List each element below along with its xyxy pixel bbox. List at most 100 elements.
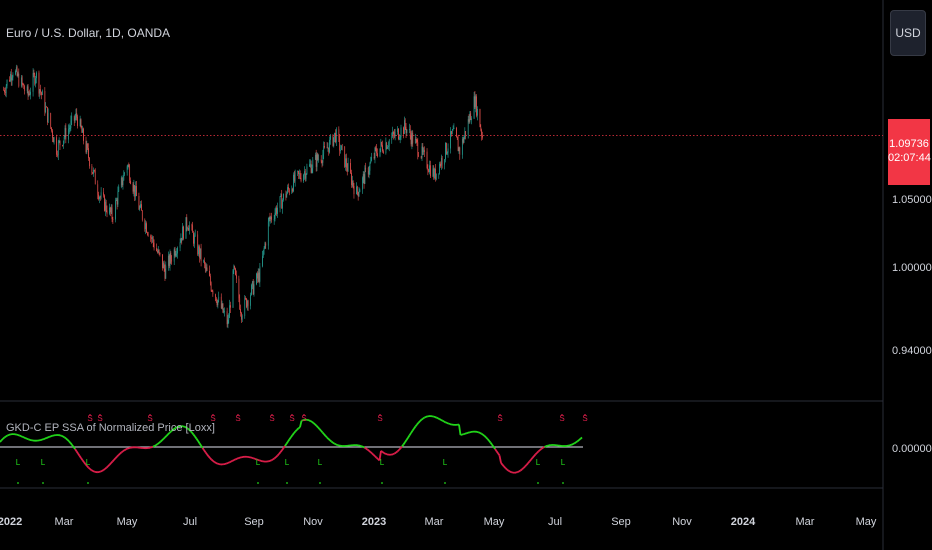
candle-body bbox=[300, 177, 302, 182]
candle-body bbox=[462, 139, 464, 143]
signal-dot bbox=[584, 414, 586, 416]
candle-body bbox=[45, 106, 47, 113]
candle-body bbox=[267, 221, 269, 246]
candle-body bbox=[133, 185, 135, 192]
oscillator-segment bbox=[284, 443, 288, 447]
candle-body bbox=[451, 131, 452, 135]
candle-body bbox=[180, 237, 182, 243]
time-axis-label: May bbox=[856, 516, 877, 528]
candle-body bbox=[210, 283, 212, 291]
candle-body bbox=[330, 135, 331, 140]
signal-dot bbox=[271, 414, 273, 416]
oscillator-segment bbox=[320, 430, 324, 434]
oscillator-segment bbox=[288, 436, 292, 440]
candle-body bbox=[71, 115, 73, 121]
candle-body bbox=[209, 276, 211, 284]
candle-body bbox=[232, 270, 234, 308]
candle-body bbox=[227, 319, 229, 325]
candle-body bbox=[251, 281, 253, 285]
candle-body bbox=[364, 167, 366, 184]
candle-body bbox=[21, 77, 23, 84]
signal-dot bbox=[237, 414, 239, 416]
oscillator-segment bbox=[214, 461, 217, 464]
candle-body bbox=[465, 131, 467, 135]
candle-body bbox=[123, 173, 125, 181]
candle-body bbox=[187, 227, 188, 229]
indicator-title[interactable]: GKD-C EP SSA of Normalized Price [Loxx] bbox=[6, 422, 215, 434]
candle-body bbox=[199, 246, 200, 258]
oscillator-segment bbox=[108, 462, 112, 466]
candle-body bbox=[417, 142, 419, 156]
candle-body bbox=[222, 303, 224, 313]
oscillator-segment bbox=[479, 432, 482, 435]
candle-body bbox=[3, 89, 5, 91]
candle-body bbox=[435, 173, 437, 180]
oscillator-segment bbox=[578, 438, 582, 441]
candle-body bbox=[288, 187, 289, 190]
candle-body bbox=[473, 96, 475, 119]
candle-body bbox=[230, 305, 231, 308]
oscillator-segment bbox=[232, 459, 235, 462]
chart-canvas[interactable]: L L LS S S S SLSLS SLSL LSLSLS2022 Mar May Jul Sep No… bbox=[0, 0, 932, 550]
candle-body bbox=[399, 137, 401, 139]
oscillator-segment bbox=[23, 436, 26, 439]
oscillator-segment bbox=[102, 468, 106, 471]
oscillator-segment bbox=[285, 440, 289, 445]
candle-body bbox=[404, 120, 405, 135]
candle-body bbox=[467, 119, 469, 135]
candle-body bbox=[22, 83, 24, 85]
oscillator-segment bbox=[290, 434, 294, 438]
candle-body bbox=[159, 252, 161, 255]
candle-body bbox=[476, 96, 477, 116]
candle-body bbox=[34, 74, 36, 84]
oscillator-segment bbox=[506, 468, 510, 472]
candle-body bbox=[327, 147, 329, 149]
oscillator-segment bbox=[437, 417, 440, 420]
candle-body bbox=[481, 129, 482, 136]
candle-body bbox=[233, 266, 235, 271]
candle-body bbox=[324, 146, 325, 148]
oscillator-segment bbox=[293, 430, 297, 434]
oscillator-segment bbox=[20, 435, 23, 438]
candle-body bbox=[52, 130, 53, 138]
candle-body bbox=[88, 148, 89, 158]
candle-body bbox=[24, 88, 26, 91]
candle-body bbox=[341, 145, 342, 150]
oscillator-segment bbox=[212, 460, 216, 463]
time-axis-label: Nov bbox=[672, 516, 692, 528]
candle-body bbox=[452, 128, 454, 131]
oscillator-segment bbox=[19, 434, 22, 437]
candle-body bbox=[182, 226, 183, 241]
symbol-title[interactable]: Euro / U.S. Dollar, 1D, OANDA bbox=[6, 26, 170, 40]
candle-body bbox=[236, 274, 237, 279]
candle-body bbox=[50, 113, 52, 128]
candle-body bbox=[323, 146, 325, 155]
last-price-badge: 1.09736 02:07:44 bbox=[888, 119, 931, 185]
oscillator-segment bbox=[392, 452, 395, 456]
candle-body bbox=[426, 151, 428, 168]
oscillator-segment bbox=[122, 449, 126, 452]
candle-body bbox=[362, 177, 363, 190]
candle-body bbox=[98, 194, 99, 200]
oscillator-segment bbox=[368, 450, 372, 453]
candle-body bbox=[51, 127, 52, 131]
oscillator-segment bbox=[197, 440, 201, 444]
candle-body bbox=[297, 171, 299, 173]
candle-body bbox=[40, 89, 41, 93]
candle-body bbox=[68, 128, 70, 130]
currency-button[interactable]: USD bbox=[890, 10, 926, 56]
oscillator-segment bbox=[536, 450, 540, 454]
oscillator-segment bbox=[125, 447, 128, 451]
candle-body bbox=[432, 168, 434, 177]
long-signal: L bbox=[256, 458, 261, 467]
candle-body bbox=[59, 140, 61, 146]
candle-body bbox=[85, 140, 87, 153]
oscillator-segment bbox=[203, 449, 207, 453]
candle-body bbox=[57, 141, 59, 155]
oscillator-segment bbox=[434, 416, 437, 419]
oscillator-segment bbox=[534, 452, 538, 456]
candle-body bbox=[99, 196, 100, 200]
oscillator-segment bbox=[324, 435, 328, 439]
oscillator-segment bbox=[116, 454, 120, 458]
candle-body bbox=[283, 193, 284, 200]
